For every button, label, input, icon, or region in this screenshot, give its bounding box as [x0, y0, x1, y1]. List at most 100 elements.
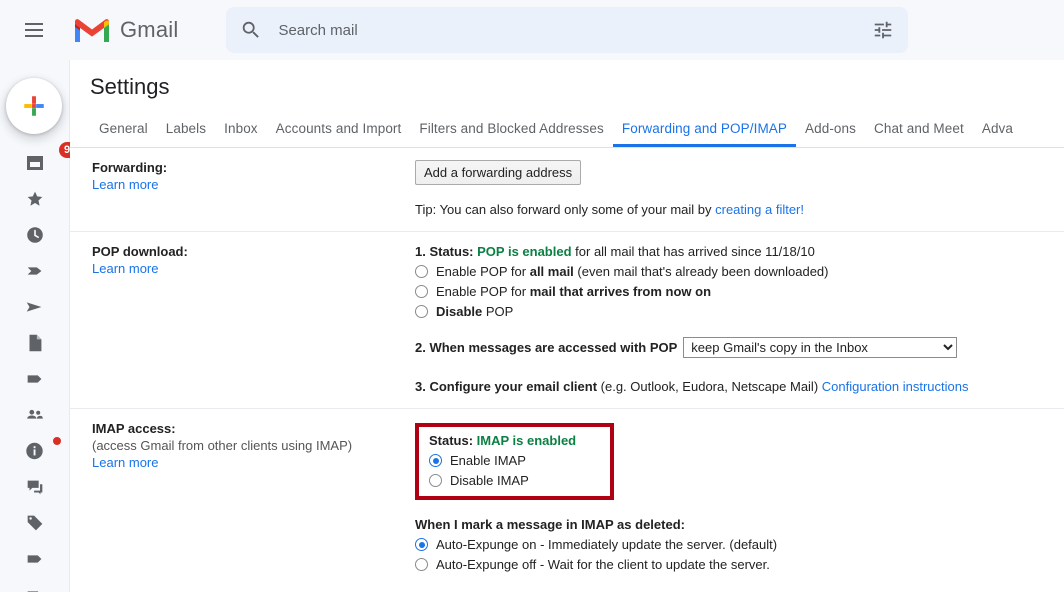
- pop-controls: 1. Status: POP is enabled for all mail t…: [415, 232, 1064, 394]
- gmail-logo: Gmail: [72, 15, 178, 45]
- pop-option-from-now-on[interactable]: Enable POP for mail that arrives from no…: [415, 284, 1054, 299]
- imap-expunge-title: When I mark a message in IMAP as deleted…: [415, 517, 685, 532]
- pop-status-suffix: for all mail that has arrived since 11/1…: [571, 244, 815, 259]
- pop-download-label: POP download:: [92, 244, 188, 259]
- settings-content: Forwarding: Learn more Add a forwarding …: [70, 148, 1064, 572]
- pop-status-prefix: 1. Status:: [415, 244, 478, 259]
- tab-general[interactable]: General: [90, 121, 157, 147]
- top-app-bar: Gmail: [0, 0, 1064, 60]
- configuration-instructions-link[interactable]: Configuration instructions: [822, 379, 969, 394]
- label-tag-icon: [27, 375, 42, 383]
- sidebar-item-important[interactable]: [0, 254, 70, 288]
- imap-access-label: IMAP access:: [92, 421, 176, 436]
- important-chevron-icon: [27, 267, 42, 275]
- forwarding-controls: Add a forwarding address Tip: You can al…: [415, 148, 1064, 217]
- imap-status-highlight-box: Status: IMAP is enabled Enable IMAP Disa…: [415, 423, 615, 500]
- add-forwarding-address-button[interactable]: Add a forwarding address: [415, 160, 582, 185]
- sidebar-item-label-1[interactable]: [0, 362, 70, 396]
- forwarding-labels: Forwarding: Learn more: [70, 148, 415, 217]
- tab-filters-and-blocked-addresses[interactable]: Filters and Blocked Addresses: [410, 121, 613, 147]
- forwarding-label: Forwarding:: [92, 160, 168, 175]
- pop-step2-label: 2. When messages are accessed with POP: [415, 340, 678, 355]
- sidebar-item-sent[interactable]: [0, 290, 70, 324]
- auto-expunge-off-label: Auto-Expunge off - Wait for the client t…: [436, 557, 770, 572]
- tab-accounts-and-import[interactable]: Accounts and Import: [267, 121, 411, 147]
- expunge-option-off[interactable]: Auto-Expunge off - Wait for the client t…: [415, 557, 1054, 572]
- auto-expunge-on-radio[interactable]: [415, 538, 428, 551]
- imap-status-prefix: Status:: [429, 433, 477, 448]
- creating-a-filter-link[interactable]: creating a filter!: [715, 202, 804, 217]
- updates-dot-badge: [53, 437, 61, 445]
- pop-disable-label: Disable POP: [436, 304, 514, 319]
- sidebar-item-label-3[interactable]: [0, 578, 70, 592]
- compose-button[interactable]: [6, 78, 62, 134]
- pop-from-now-on-radio[interactable]: [415, 285, 428, 298]
- pop-step3: 3. Configure your email client (e.g. Out…: [415, 377, 1054, 394]
- pop-copy-behavior-select[interactable]: keep Gmail's copy in the Inboxmark Gmail…: [683, 337, 958, 358]
- imap-option-enable[interactable]: Enable IMAP: [429, 453, 576, 468]
- sidebar-item-social[interactable]: [0, 398, 70, 432]
- tab-chat-and-meet[interactable]: Chat and Meet: [865, 121, 973, 147]
- tab-advanced[interactable]: Adva: [973, 121, 1022, 147]
- forwarding-learn-more-link[interactable]: Learn more: [92, 177, 158, 192]
- chat-bubble-icon: [27, 480, 43, 495]
- pop-all-mail-radio[interactable]: [415, 265, 428, 278]
- sidebar-item-starred[interactable]: [0, 182, 70, 216]
- sidebar-item-forums[interactable]: [0, 470, 70, 504]
- sidebar-item-updates[interactable]: [0, 434, 70, 468]
- enable-imap-radio[interactable]: [429, 454, 442, 467]
- document-icon: [29, 334, 42, 352]
- auto-expunge-on-label: Auto-Expunge on - Immediately update the…: [436, 537, 778, 552]
- imap-labels: IMAP access: (access Gmail from other cl…: [70, 409, 415, 572]
- imap-expunge-group: When I mark a message in IMAP as deleted…: [415, 517, 1054, 572]
- tune-filter-icon[interactable]: [872, 19, 894, 41]
- pop-status-value: POP is enabled: [477, 244, 572, 259]
- sidebar-item-drafts[interactable]: [0, 326, 70, 360]
- send-arrow-icon: [26, 302, 42, 312]
- pop-labels: POP download: Learn more: [70, 232, 415, 394]
- expunge-option-on[interactable]: Auto-Expunge on - Immediately update the…: [415, 537, 1054, 552]
- pop-step3-rest: (e.g. Outlook, Eudora, Netscape Mail): [597, 379, 819, 394]
- sidebar-item-label-2[interactable]: [0, 542, 70, 576]
- imap-access-sublabel: (access Gmail from other clients using I…: [92, 438, 353, 453]
- pop-step3-label: 3. Configure your email client: [415, 379, 598, 394]
- pop-access-behavior-row: 2. When messages are accessed with POP k…: [415, 337, 1054, 358]
- search-icon: [243, 21, 260, 38]
- tab-add-ons[interactable]: Add-ons: [796, 121, 865, 147]
- imap-learn-more-link[interactable]: Learn more: [92, 455, 158, 470]
- sidebar-item-inbox[interactable]: 95: [0, 142, 82, 180]
- label-tag-icon: [27, 555, 42, 563]
- label-tag-icon: [27, 591, 39, 592]
- hamburger-menu-icon[interactable]: [10, 6, 58, 54]
- disable-imap-radio[interactable]: [429, 474, 442, 487]
- forwarding-tip-text: Tip: You can also forward only some of y…: [415, 202, 716, 217]
- auto-expunge-off-radio[interactable]: [415, 558, 428, 571]
- compose-plus-icon: [24, 96, 44, 116]
- sidebar-item-snoozed[interactable]: [0, 218, 70, 252]
- forwarding-section: Forwarding: Learn more Add a forwarding …: [70, 148, 1064, 217]
- tab-inbox[interactable]: Inbox: [215, 121, 267, 147]
- info-circle-icon: [26, 442, 43, 460]
- search-bar[interactable]: [226, 7, 909, 53]
- imap-option-disable[interactable]: Disable IMAP: [429, 473, 576, 488]
- enable-imap-label: Enable IMAP: [450, 453, 526, 468]
- search-input[interactable]: [276, 20, 837, 40]
- pop-download-section: POP download: Learn more 1. Status: POP …: [70, 231, 1064, 394]
- pop-learn-more-link[interactable]: Learn more: [92, 261, 158, 276]
- inbox-icon: [27, 156, 43, 170]
- pop-from-now-on-label: Enable POP for mail that arrives from no…: [436, 284, 712, 299]
- imap-status-line: Status: IMAP is enabled: [429, 433, 576, 448]
- disable-imap-label: Disable IMAP: [450, 473, 529, 488]
- pop-option-all-mail[interactable]: Enable POP for all mail (even mail that'…: [415, 264, 1054, 279]
- gmail-m-icon: [75, 19, 109, 42]
- clock-icon: [27, 227, 43, 243]
- settings-tabs: General Labels Inbox Accounts and Import…: [70, 109, 1064, 148]
- left-nav-rail: 95: [0, 60, 82, 592]
- tab-forwarding-and-pop-imap[interactable]: Forwarding and POP/IMAP: [612, 121, 796, 147]
- pop-option-disable[interactable]: Disable POP: [415, 304, 1054, 319]
- sidebar-item-promotions[interactable]: [0, 506, 70, 540]
- pop-disable-radio[interactable]: [415, 305, 428, 318]
- settings-main: Settings General Labels Inbox Accounts a…: [70, 60, 1064, 592]
- tab-labels[interactable]: Labels: [157, 121, 215, 147]
- imap-access-section: IMAP access: (access Gmail from other cl…: [70, 408, 1064, 572]
